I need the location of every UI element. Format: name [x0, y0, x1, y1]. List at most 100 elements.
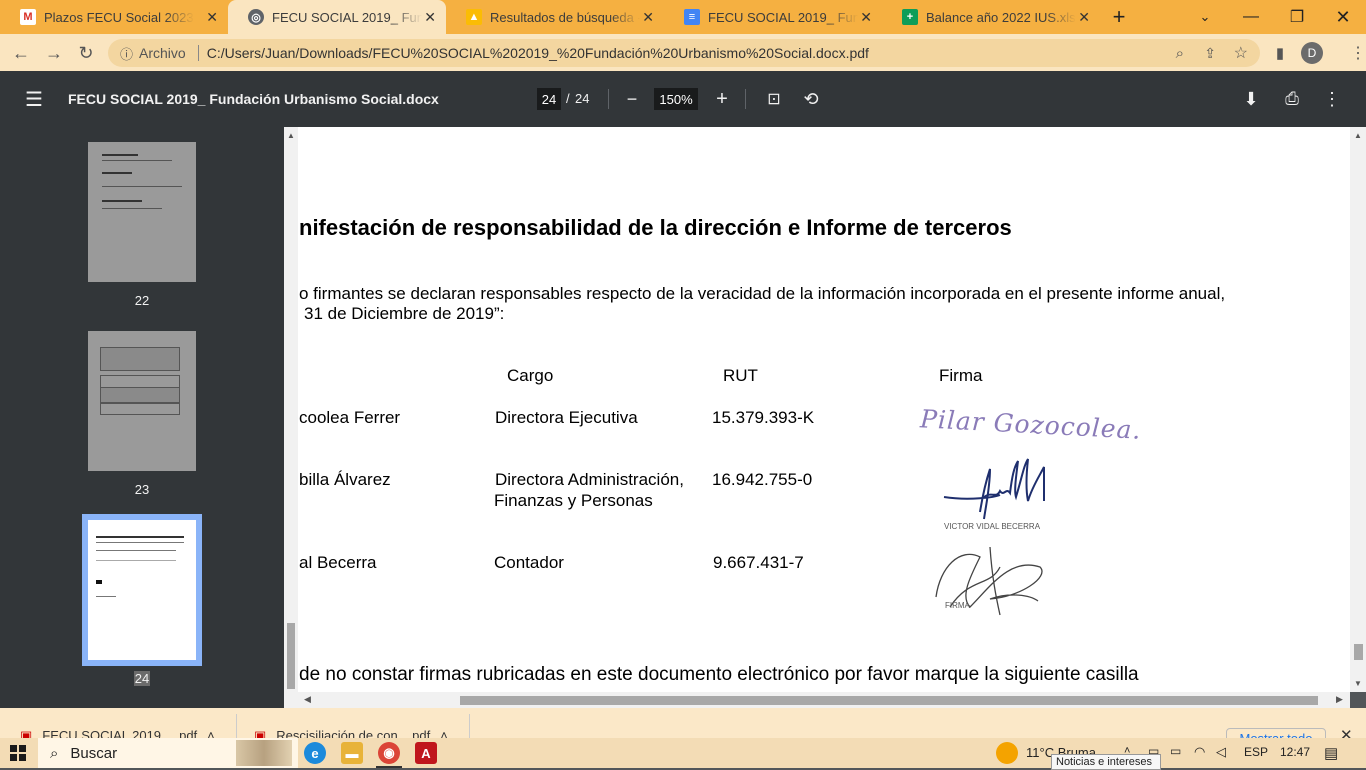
signer-rut: 16.942.755-0: [712, 470, 813, 489]
notifications-icon[interactable]: ▤: [1324, 744, 1338, 762]
page-thumbnail-22[interactable]: [88, 142, 196, 282]
download-icon[interactable]: ⬇: [1237, 85, 1265, 113]
volume-muted-icon[interactable]: ◁: [1216, 744, 1226, 760]
tab-drive[interactable]: ▲ Resultados de búsqueda - Go ✕: [446, 0, 664, 34]
close-icon[interactable]: ✕: [424, 9, 436, 26]
paragraph-line: 31 de Diciembre de 2019”:: [304, 304, 505, 323]
zoom-in-button[interactable]: +: [708, 85, 736, 113]
globe-icon: ◎: [248, 9, 264, 25]
tab-docs[interactable]: ≡ FECU SOCIAL 2019_ Fundació ✕: [664, 0, 882, 34]
menu-dots-icon[interactable]: ⋮: [1345, 40, 1366, 66]
gmail-icon: M: [20, 9, 36, 25]
pdf-file-icon: ▣: [20, 728, 33, 738]
signer-name: billa Álvarez: [299, 470, 391, 489]
close-icon[interactable]: ✕: [642, 9, 654, 26]
search-highlight-image: [236, 740, 292, 766]
thumbnail-label: 22: [134, 293, 150, 308]
tab-title: FECU SOCIAL 2019_ Fundació: [272, 9, 422, 25]
pdf-viewport[interactable]: nifestación de responsabilidad de la dir…: [284, 127, 1366, 708]
download-item[interactable]: ▣ Rescisiliación de con....pdf ˄: [254, 728, 448, 738]
minimize-button[interactable]: —: [1228, 0, 1274, 34]
signer-cargo: Directora Administración,: [495, 470, 684, 489]
page-thumbnail-24[interactable]: [88, 520, 196, 660]
google-drive-icon: ▲: [466, 9, 482, 25]
tab-pdf-active[interactable]: ◎ FECU SOCIAL 2019_ Fundació ✕: [228, 0, 446, 34]
tab-gmail[interactable]: M Plazos FECU Social 2023 - da ✕: [0, 0, 228, 34]
close-window-button[interactable]: ✕: [1320, 0, 1366, 34]
wifi-icon[interactable]: ◠: [1194, 744, 1205, 760]
zoom-level-input[interactable]: 150%: [654, 88, 698, 110]
avatar[interactable]: D: [1301, 42, 1323, 64]
scroll-up-arrow-icon[interactable]: ▲: [1354, 131, 1362, 140]
language-indicator[interactable]: ESP: [1244, 745, 1268, 759]
new-tab-button[interactable]: +: [1096, 0, 1142, 34]
weather-icon[interactable]: [996, 742, 1018, 764]
footer-note: de no constar firmas rubricadas en este …: [299, 664, 1139, 685]
hamburger-menu-icon[interactable]: ☰: [20, 85, 48, 113]
chevron-up-icon[interactable]: ˄: [207, 728, 215, 738]
signer-cargo: Contador: [494, 553, 564, 572]
zoom-icon[interactable]: ⌕: [1176, 45, 1184, 62]
url-text[interactable]: C:/Users/Juan/Downloads/FECU%20SOCIAL%20…: [207, 45, 1137, 61]
signer-rut: 15.379.393-K: [712, 408, 815, 427]
chevron-up-icon[interactable]: ˄: [440, 728, 448, 738]
scroll-right-arrow-icon[interactable]: ▶: [1336, 694, 1343, 705]
pdf-toolbar: ☰ FECU SOCIAL 2019_ Fundación Urbanismo …: [0, 71, 1366, 127]
pdf-file-icon: ▣: [254, 728, 267, 738]
show-all-button[interactable]: Mostrar todo: [1226, 728, 1326, 738]
battery-icon[interactable]: ▭: [1170, 744, 1181, 758]
restore-button[interactable]: ❐: [1274, 0, 1320, 34]
reload-button[interactable]: ↻: [73, 40, 99, 66]
bookmark-star-icon[interactable]: ☆: [1234, 43, 1248, 63]
signer-name: coolea Ferrer: [299, 408, 401, 427]
browser-toolbar: ← → ↻ ⓘ Archivo C:/Users/Juan/Downloads/…: [0, 34, 1366, 71]
thumbnail-label: 23: [134, 482, 150, 497]
scroll-down-arrow-icon[interactable]: ▼: [1354, 679, 1362, 688]
windows-start-icon[interactable]: [10, 745, 26, 761]
file-explorer-icon[interactable]: ▬: [341, 742, 363, 764]
rotate-icon[interactable]: ⟲: [797, 85, 825, 113]
info-icon[interactable]: ⓘ: [120, 44, 133, 63]
tab-sheets[interactable]: + Balance año 2022 IUS.xlsx - H ✕: [882, 0, 1100, 34]
forward-button[interactable]: →: [41, 40, 67, 66]
close-icon[interactable]: ✕: [1340, 726, 1353, 738]
clock[interactable]: 12:47: [1280, 745, 1310, 759]
chrome-icon[interactable]: ◉: [378, 742, 400, 764]
thumbnail-sidebar: 22 23 24: [0, 127, 284, 708]
print-icon[interactable]: ⎙: [1278, 85, 1306, 113]
page-thumbnail-23[interactable]: [88, 331, 196, 471]
scrollbar-thumb[interactable]: [287, 623, 295, 689]
more-options-icon[interactable]: ⋮: [1318, 85, 1346, 113]
divider: [469, 714, 470, 738]
scrollbar-thumb[interactable]: [1354, 644, 1363, 660]
page-number-input[interactable]: 24: [537, 88, 561, 110]
close-icon[interactable]: ✕: [206, 9, 218, 26]
share-icon[interactable]: ⇪: [1204, 45, 1216, 62]
scroll-left-arrow-icon[interactable]: ◀: [304, 694, 311, 705]
tab-search-button[interactable]: ⌄: [1182, 0, 1228, 34]
vertical-scrollbar[interactable]: ▲ ▼: [1350, 127, 1366, 692]
edge-icon[interactable]: e: [304, 742, 326, 764]
signature-caption: VICTOR VIDAL BECERRA: [944, 522, 1041, 531]
signature-victor: [943, 458, 1045, 520]
back-button[interactable]: ←: [8, 40, 34, 66]
scroll-up-arrow-icon[interactable]: ▲: [287, 131, 295, 140]
search-icon: ⌕: [50, 744, 59, 762]
horizontal-scrollbar[interactable]: ◀ ▶: [284, 692, 1350, 708]
google-docs-icon: ≡: [684, 9, 700, 25]
fit-page-icon[interactable]: ⊡: [760, 85, 788, 113]
close-icon[interactable]: ✕: [1078, 9, 1090, 26]
close-icon[interactable]: ✕: [860, 9, 872, 26]
thumbnail-label-selected: 24: [133, 671, 151, 686]
tab-title: Resultados de búsqueda - Go: [490, 9, 640, 25]
sidebar-scrollbar[interactable]: ▲: [284, 127, 298, 692]
side-panel-icon[interactable]: ▮: [1267, 40, 1293, 66]
address-bar[interactable]: ⓘ Archivo C:/Users/Juan/Downloads/FECU%2…: [108, 39, 1260, 67]
acrobat-icon[interactable]: A: [415, 742, 437, 764]
scrollbar-thumb[interactable]: [460, 696, 1318, 705]
signer-name: al Becerra: [299, 553, 377, 572]
download-item[interactable]: ▣ FECU SOCIAL 2019_...pdf ˄: [20, 728, 215, 738]
taskbar: ⌕ Buscar e ▬ ◉ A 11°C Bruma ˄ ▭ ▭ ◠ ◁ ES…: [0, 738, 1366, 770]
column-header-firma: Firma: [939, 366, 983, 385]
zoom-out-button[interactable]: −: [618, 85, 646, 113]
